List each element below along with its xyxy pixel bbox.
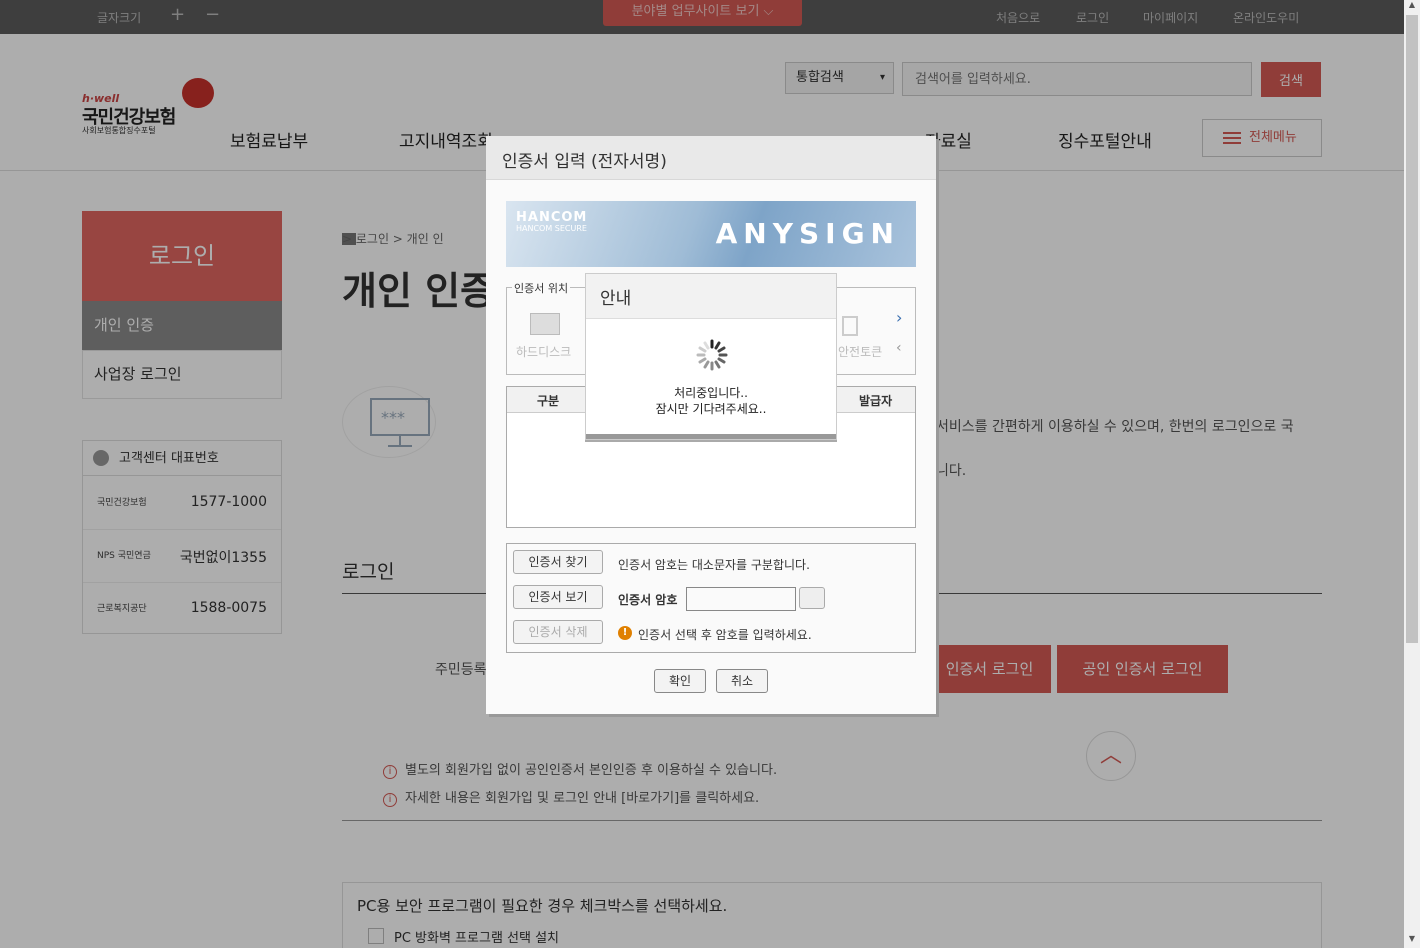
banner-product: ANYSIGN [715,217,900,250]
delete-cert-button[interactable]: 인증서 삭제 [513,620,603,644]
find-cert-button[interactable]: 인증서 찾기 [513,550,603,574]
scroll-down-icon[interactable]: ▼ [1404,934,1420,948]
security-token-icon[interactable] [842,316,858,336]
case-sensitive-note: 인증서 암호는 대소문자를 구분합니다. [618,558,810,572]
banner-sub: HANCOM SECURE [516,224,587,233]
warning-icon: ! [618,626,632,640]
cert-dialog-title: 인증서 입력 (전자서명) [486,136,936,180]
col-issuer: 발급자 [859,394,893,408]
hard-disk-icon[interactable] [530,313,560,335]
dialog-bottom-bar [586,434,836,439]
view-cert-button[interactable]: 인증서 보기 [513,585,603,609]
chevron-left-icon[interactable]: ‹ [896,340,902,356]
cert-password-input[interactable] [686,587,796,611]
hard-disk-label[interactable]: 하드디스크 [516,343,571,360]
mouse-keyboard-icon[interactable] [799,587,825,609]
anysign-banner: HANCOM HANCOM SECURE ANYSIGN [506,201,916,267]
cancel-button[interactable]: 취소 [716,669,768,693]
loading-spinner-icon [695,338,729,372]
processing-wait-message: 잠시만 기다려주세요.. [655,402,767,416]
scrollbar-thumb[interactable] [1406,15,1418,643]
cert-password-label: 인증서 암호 [618,593,678,607]
processing-dialog: 안내 처리중입니다.. 잠시만 기다려주세요.. [585,273,837,440]
cert-controls: 인증서 찾기 인증서 보기 인증서 삭제 인증서 암호는 대소문자를 구분합니다… [506,543,916,653]
processing-message: 처리중입니다.. [674,386,748,400]
col-kind: 구분 [537,394,560,408]
processing-dialog-title: 안내 [586,274,836,319]
security-token-label[interactable]: 안전토큰 [838,343,882,360]
ok-button[interactable]: 확인 [654,669,706,693]
chevron-right-icon[interactable]: › [896,308,902,327]
scroll-up-icon[interactable]: ▲ [1404,0,1420,14]
banner-brand: HANCOM [516,210,588,225]
warning-text: 인증서 선택 후 암호를 입력하세요. [638,628,812,642]
cert-location-label: 인증서 위치 [512,280,571,296]
